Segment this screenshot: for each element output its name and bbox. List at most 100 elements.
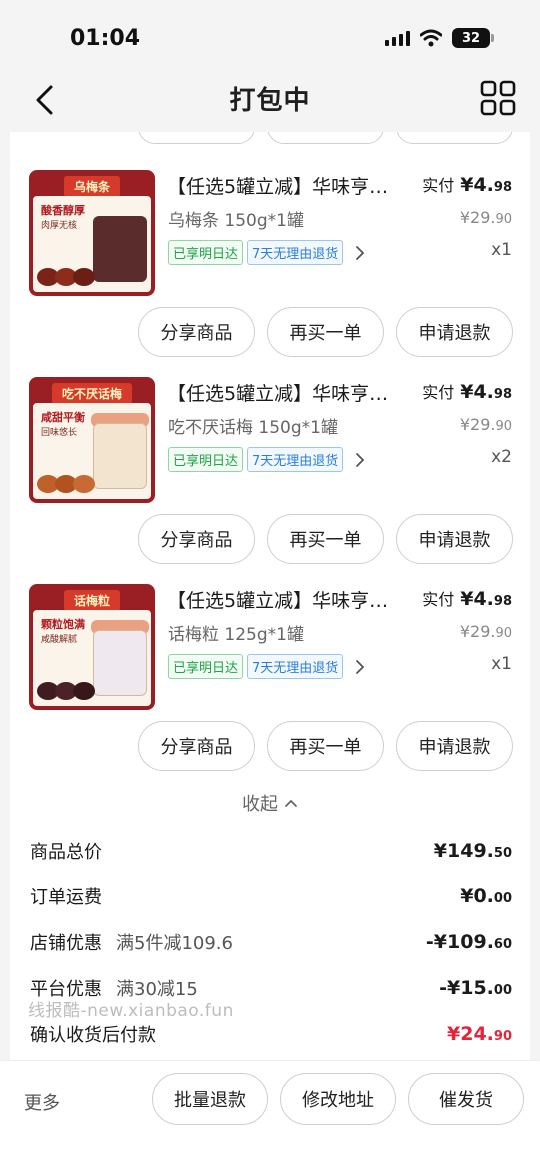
store-discount-note: 满5件减109.6 [116,933,233,954]
next-day-tag: 已享明日达 [168,447,244,472]
status-time: 01:04 [70,26,141,51]
more-button[interactable]: 更多 [24,1089,60,1115]
store-decimal: 60 [493,937,512,952]
store-discount-value: -¥109.60 [426,931,512,953]
paid-price: 实付 ¥4.98 [422,586,512,610]
paid-main: ¥4. [460,381,494,403]
chevron-right-icon [356,452,365,467]
summary-store-discount: 店铺优惠 满5件减109.6 -¥109.60 [30,926,512,958]
jar-graphic [93,423,147,489]
paid-label: 实付 [422,383,455,402]
next-day-tag: 已享明日达 [168,240,244,265]
shipping-main: ¥0. [460,885,494,907]
service-tags[interactable]: 已享明日达 7天无理由退货 [168,654,367,679]
return-tag: 7天无理由退货 [247,240,344,265]
service-tags[interactable]: 已享明日达 7天无理由退货 [168,240,367,265]
thumb-text: 颗粒饱满 咸酸解腻 [41,618,85,647]
summary-shipping: 订单运费 ¥0.00 [30,880,512,912]
summary-total: 商品总价 ¥149.50 [30,835,512,867]
share-button[interactable]: 分享商品 [138,721,255,771]
jar-graphic [93,630,147,696]
refund-button[interactable]: 申请退款 [396,721,513,771]
thumb-slogan: 颗粒饱满 [41,618,85,631]
battery-icon: 32 [452,28,494,48]
product-item[interactable]: 吃不厌话梅 咸甜平衡 回味悠长 【任选5罐立减】华味亨吃不厌话梅 吃不厌话梅 1… [10,339,530,564]
payment-decimal: 90 [493,1029,512,1044]
shipping-value: ¥0.00 [460,885,512,907]
watermark: 线报酷-new.xianbao.fun [28,1001,234,1021]
product-title[interactable]: 【任选5罐立减】华味亨话梅粒 [167,586,392,613]
paid-main: ¥4. [460,174,494,196]
original-price: ¥29.90 [460,208,512,227]
battery-level: 32 [461,30,481,46]
orig-main: ¥29. [459,208,496,227]
bottom-action-bar: 更多 批量退款 修改地址 催发货 [0,1060,540,1173]
paid-main: ¥4. [460,588,494,610]
thumb-label: 话梅粒 [63,590,121,611]
batch-refund-button[interactable]: 批量退款 [152,1073,268,1125]
shipping-decimal: 00 [493,891,512,906]
thumb-text: 咸甜平衡 回味悠长 [41,411,85,440]
paid-value: ¥4.98 [460,588,512,610]
product-title[interactable]: 【任选5罐立减】华味亨吃不厌话梅 [167,379,392,406]
plum-graphic [37,475,95,493]
product-item[interactable]: 乌梅条 酸香醇厚 肉厚无核 【任选5罐立减】华味亨乌梅条 乌梅条 150g*1罐… [10,132,530,357]
thumb-panel: 咸甜平衡 回味悠长 [33,403,151,499]
order-card: 乌梅条 酸香醇厚 肉厚无核 【任选5罐立减】华味亨乌梅条 乌梅条 150g*1罐… [10,132,530,1060]
chevron-right-icon [356,245,365,260]
orig-decimal: 90 [495,626,512,641]
platform-main: -¥15. [439,977,494,999]
collapse-toggle[interactable]: 收起 [10,790,530,816]
return-tag: 7天无理由退货 [247,447,344,472]
service-tags[interactable]: 已享明日达 7天无理由退货 [168,447,367,472]
quantity: x2 [491,447,512,467]
store-main: -¥109. [425,931,494,953]
paid-decimal: 98 [493,594,512,609]
thumb-panel: 颗粒饱满 咸酸解腻 [33,610,151,706]
total-decimal: 50 [493,846,512,861]
return-tag: 7天无理由退货 [247,654,344,679]
product-actions: 分享商品 再买一单 申请退款 [138,721,513,771]
bottom-buttons: 批量退款 修改地址 催发货 [152,1073,524,1125]
paid-decimal: 98 [493,180,512,195]
platform-discount-value: -¥15.00 [439,977,512,999]
total-value: ¥149.50 [434,840,512,862]
jar-graphic [93,216,147,282]
payment-value: ¥24.90 [447,1023,512,1045]
grid-icon[interactable] [480,80,516,116]
paid-value: ¥4.98 [460,381,512,403]
paid-price: 实付 ¥4.98 [422,379,512,403]
quantity: x1 [491,654,512,674]
change-address-button[interactable]: 修改地址 [280,1073,396,1125]
chevron-right-icon [356,659,365,674]
product-title[interactable]: 【任选5罐立减】华味亨乌梅条 [167,172,392,199]
quantity: x1 [491,240,512,260]
summary-payment: 确认收货后付款 ¥24.90 [30,1018,512,1050]
product-spec: 话梅粒 125g*1罐 [168,625,304,645]
product-image[interactable]: 吃不厌话梅 咸甜平衡 回味悠长 [29,377,155,503]
thumb-subslogan: 回味悠长 [41,428,78,438]
shipping-label: 订单运费 [30,887,102,908]
wifi-icon [420,29,442,47]
product-image[interactable]: 话梅粒 颗粒饱满 咸酸解腻 [29,584,155,710]
orig-main: ¥29. [459,622,496,641]
orig-main: ¥29. [459,415,496,434]
urge-shipping-button[interactable]: 催发货 [408,1073,524,1125]
paid-label: 实付 [422,590,455,609]
page-title: 打包中 [229,86,311,116]
thumb-text: 酸香醇厚 肉厚无核 [41,204,85,233]
product-image[interactable]: 乌梅条 酸香醇厚 肉厚无核 [29,170,155,296]
product-item[interactable]: 话梅粒 颗粒饱满 咸酸解腻 【任选5罐立减】华味亨话梅粒 话梅粒 125g*1罐… [10,546,530,771]
original-price: ¥29.90 [460,415,512,434]
paid-label: 实付 [422,176,455,195]
thumb-slogan: 咸甜平衡 [41,411,85,424]
plum-graphic [37,268,95,286]
orig-decimal: 90 [495,212,512,227]
signal-icon [385,30,410,46]
total-main: ¥149. [433,840,494,862]
product-spec: 乌梅条 150g*1罐 [168,211,304,231]
thumb-subslogan: 咸酸解腻 [41,635,78,645]
next-day-tag: 已享明日达 [168,654,244,679]
paid-price: 实付 ¥4.98 [422,172,512,196]
rebuy-button[interactable]: 再买一单 [267,721,384,771]
